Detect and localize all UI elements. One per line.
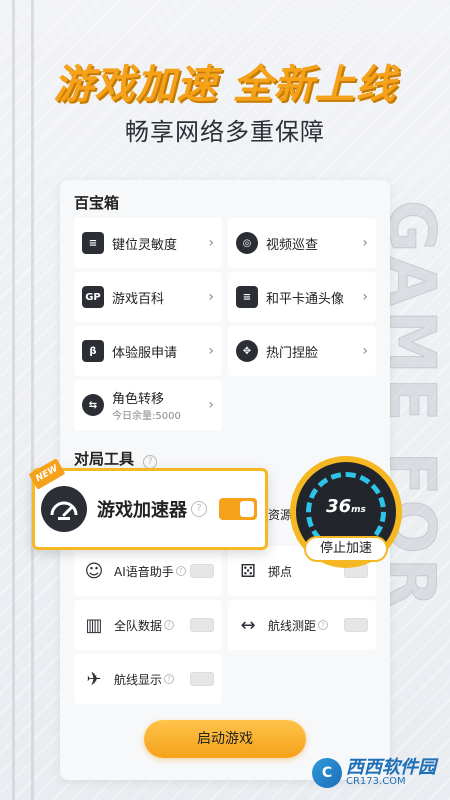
sliders-icon: ≡ xyxy=(82,232,104,254)
partial-resource-label: 资源 xyxy=(268,508,293,522)
gp-icon: GP xyxy=(82,286,104,308)
accelerator-label: 游戏加速器 xyxy=(97,500,187,521)
help-icon[interactable]: ? xyxy=(164,674,175,684)
accelerator-callout: NEW 游戏加速器 ? xyxy=(28,458,268,550)
toolbox-item-key-sensitivity[interactable]: ≡ 键位灵敏度 › xyxy=(74,218,222,268)
match-tools-title-text: 对局工具 xyxy=(74,450,135,468)
tool-label: 全队数据 xyxy=(114,618,163,633)
toolbox-item-game-wiki[interactable]: GP 游戏百科 › xyxy=(74,272,222,322)
route-distance-toggle[interactable] xyxy=(344,618,368,632)
toolbox-item-label: 体验服申请 xyxy=(112,345,178,361)
stop-acceleration-button[interactable]: 停止加速 xyxy=(304,536,388,562)
tool-team-data: ▥ 全队数据 ? xyxy=(74,600,222,650)
toolbox-item-label: 和平卡通头像 xyxy=(266,291,345,307)
help-icon[interactable]: ? xyxy=(164,620,175,630)
ai-voice-toggle[interactable] xyxy=(190,564,214,578)
chevron-right-icon: › xyxy=(208,343,214,359)
speedometer-icon xyxy=(41,486,87,532)
site-watermark: C 西西软件园 CR173.COM xyxy=(312,758,436,788)
toolbox-item-label: 角色转移 xyxy=(112,392,165,407)
face-icon: ✥ xyxy=(236,340,258,362)
toolbox-item-label: 游戏百科 xyxy=(112,291,165,307)
site-watermark-text: 西西软件园 CR173.COM xyxy=(346,759,436,787)
tool-label: 掷点 xyxy=(268,564,293,579)
promo-subline: 畅享网络多重保障 xyxy=(125,118,325,146)
help-icon[interactable]: ? xyxy=(191,501,207,517)
site-logo-icon: C xyxy=(312,758,342,788)
chevron-right-icon: › xyxy=(208,235,214,251)
beta-icon: β xyxy=(82,340,104,362)
help-icon[interactable]: ? xyxy=(143,455,158,469)
chevron-right-icon: › xyxy=(208,289,214,305)
tool-label: AI语音助手 xyxy=(114,564,174,579)
toolbox-item-face-sculpt[interactable]: ✥ 热门捏脸 › xyxy=(228,326,376,376)
accelerator-toggle[interactable] xyxy=(219,498,257,520)
toolbox-item-role-transfer[interactable]: ⇆ 角色转移 今日余量:5000 › xyxy=(74,380,222,430)
toolbox-item-label: 键位灵敏度 xyxy=(112,237,178,253)
chevron-right-icon: › xyxy=(362,289,368,305)
toolbox-item-beta-apply[interactable]: β 体验服申请 › xyxy=(74,326,222,376)
role-transfer-icon: ⇆ xyxy=(82,394,104,416)
latency-unit: ms xyxy=(351,504,366,515)
team-data-icon: ▥ xyxy=(85,614,103,636)
ai-voice-icon: ☺ xyxy=(84,560,104,582)
distance-icon: ↔ xyxy=(240,614,256,636)
tool-route-distance: ↔ 航线测距 ? xyxy=(228,600,376,650)
latency-readout: 36ms xyxy=(326,496,366,517)
toolbox-item-cartoon-avatar[interactable]: ≡ 和平卡通头像 › xyxy=(228,272,376,322)
chevron-right-icon: › xyxy=(362,235,368,251)
remaining-quota: 今日余量:5000 xyxy=(112,411,181,422)
match-tools-title: 对局工具 ? xyxy=(74,448,158,469)
latency-value: 36 xyxy=(326,495,352,517)
sliders-icon: ≡ xyxy=(236,286,258,308)
promo-headline: 游戏加速 全新上线 xyxy=(53,62,397,108)
help-icon[interactable]: ? xyxy=(318,620,329,630)
camera-icon: ◎ xyxy=(236,232,258,254)
airplane-icon: ✈ xyxy=(86,668,102,690)
toolbox-item-label: 视频巡查 xyxy=(266,237,319,253)
start-game-button[interactable]: 启动游戏 xyxy=(144,720,306,758)
team-data-toggle[interactable] xyxy=(190,618,214,632)
chevron-right-icon: › xyxy=(208,397,214,413)
tool-label: 航线显示 xyxy=(114,672,163,687)
route-display-toggle[interactable] xyxy=(190,672,214,686)
tool-route-display: ✈ 航线显示 ? xyxy=(74,654,222,704)
site-name: 西西软件园 xyxy=(346,757,436,778)
tool-ai-voice: ☺ AI语音助手 ? xyxy=(74,546,222,596)
chevron-right-icon: › xyxy=(362,343,368,359)
site-domain: CR173.COM xyxy=(346,776,406,787)
toolbox-item-video-patrol[interactable]: ◎ 视频巡查 › xyxy=(228,218,376,268)
tool-label: 航线测距 xyxy=(268,618,317,633)
toolbox-item-label: 热门捏脸 xyxy=(266,345,319,361)
help-icon[interactable]: ? xyxy=(175,566,186,576)
toolbox-title: 百宝箱 xyxy=(74,194,120,212)
dice-icon: ⚄ xyxy=(240,560,256,582)
